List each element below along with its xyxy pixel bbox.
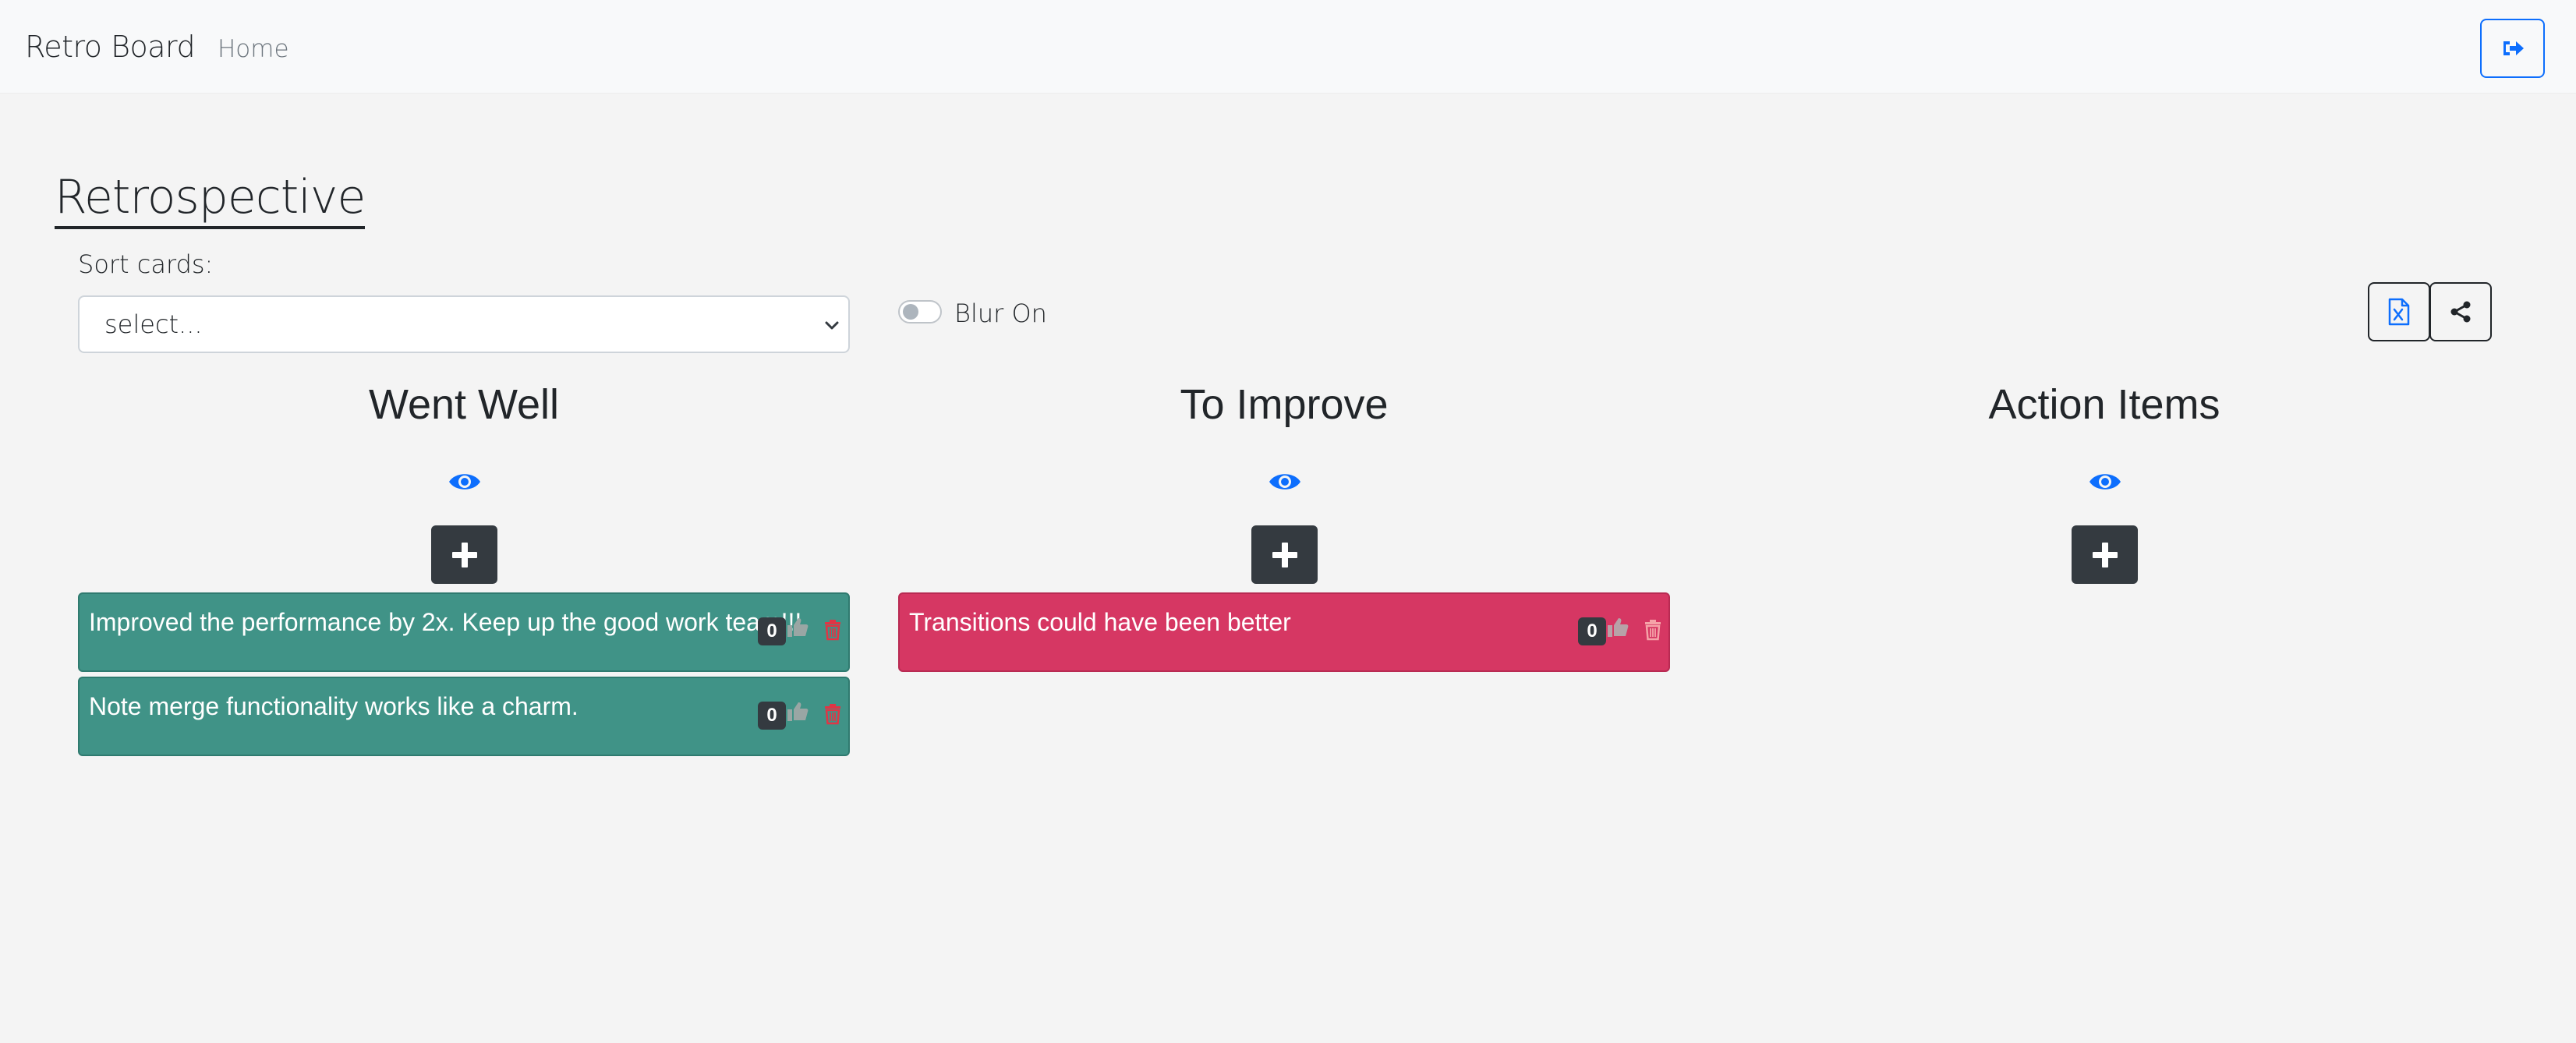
card[interactable]: Improved the performance by 2x. Keep up … bbox=[78, 592, 850, 672]
blur-toggle-label: Blur On bbox=[954, 299, 1047, 328]
vote-count-badge: 0 bbox=[758, 617, 786, 645]
add-card-button-went-well[interactable] bbox=[431, 525, 497, 584]
column-title-to-improve: To Improve bbox=[1180, 381, 1389, 428]
plus-icon bbox=[451, 542, 477, 567]
card-text: Note merge functionality works like a ch… bbox=[89, 692, 579, 720]
column-title-action-items: Action Items bbox=[1988, 381, 2220, 428]
add-card-button-to-improve[interactable] bbox=[1251, 525, 1318, 584]
brand-title[interactable]: Retro Board bbox=[25, 30, 196, 64]
eye-icon[interactable] bbox=[2088, 465, 2122, 499]
vote-count-badge: 0 bbox=[758, 702, 786, 730]
thumbs-up-icon[interactable] bbox=[1606, 616, 1629, 639]
plus-icon bbox=[1272, 542, 1297, 567]
blur-toggle[interactable] bbox=[898, 300, 942, 324]
vote-count-badge: 0 bbox=[1578, 617, 1606, 645]
navbar: Retro Board Home bbox=[0, 0, 2576, 94]
sort-select-value: select... bbox=[104, 309, 203, 339]
logout-button[interactable] bbox=[2480, 19, 2545, 78]
thumbs-up-icon[interactable] bbox=[786, 616, 809, 639]
card[interactable]: Note merge functionality works like a ch… bbox=[78, 677, 850, 756]
excel-file-icon bbox=[2388, 298, 2410, 326]
column-title-went-well: Went Well bbox=[368, 381, 560, 428]
card-text: Improved the performance by 2x. Keep up … bbox=[89, 608, 802, 636]
share-button[interactable] bbox=[2429, 282, 2492, 341]
blur-toggle-knob bbox=[903, 304, 918, 320]
sort-select[interactable]: select... bbox=[78, 295, 850, 353]
eye-icon[interactable] bbox=[1268, 465, 1302, 499]
share-icon bbox=[2450, 301, 2471, 323]
trash-icon[interactable] bbox=[823, 703, 842, 725]
add-card-button-action-items[interactable] bbox=[2072, 525, 2138, 584]
card-text: Transitions could have been better bbox=[909, 608, 1291, 636]
plus-icon bbox=[2092, 542, 2118, 567]
trash-icon[interactable] bbox=[1644, 619, 1662, 641]
chevron-down-icon bbox=[825, 321, 839, 330]
trash-icon[interactable] bbox=[823, 619, 842, 641]
eye-icon[interactable] bbox=[448, 465, 482, 499]
sort-label: Sort cards: bbox=[78, 249, 214, 279]
nav-home-link[interactable]: Home bbox=[218, 35, 289, 63]
page-title: Retrospective bbox=[55, 170, 366, 229]
export-excel-button[interactable] bbox=[2368, 282, 2430, 341]
thumbs-up-icon[interactable] bbox=[786, 700, 809, 723]
sign-out-icon bbox=[2503, 41, 2524, 55]
card[interactable]: Transitions could have been better 0 bbox=[898, 592, 1670, 672]
